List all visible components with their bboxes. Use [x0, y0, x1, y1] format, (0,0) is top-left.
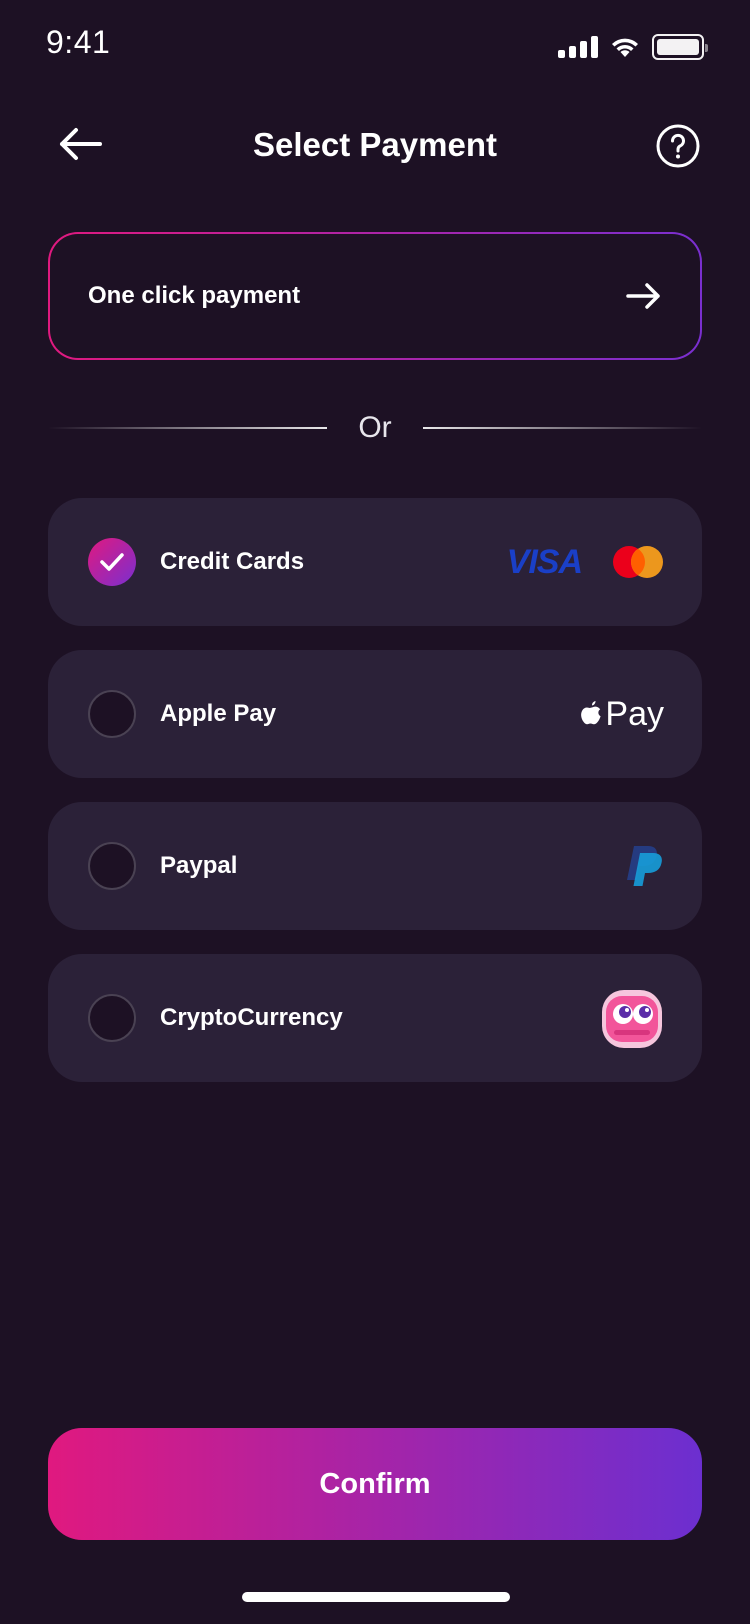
radio-unselected[interactable] [88, 842, 136, 890]
radio-selected[interactable] [88, 538, 136, 586]
apple-pay-logo: Pay [579, 695, 664, 734]
visa-logo: VISA [506, 542, 583, 581]
or-divider: Or [48, 404, 702, 452]
wifi-icon [612, 38, 638, 57]
payment-option-paypal[interactable]: Paypal [48, 802, 702, 930]
option-label: Paypal [160, 852, 238, 879]
payment-option-credit-cards[interactable]: Credit Cards VISA [48, 498, 702, 626]
help-icon [656, 124, 700, 168]
option-label: CryptoCurrency [160, 1004, 343, 1031]
payment-screen: 9:41 Select Payment One click payment Or… [0, 0, 750, 1624]
home-indicator [242, 1592, 510, 1602]
payment-option-apple-pay[interactable]: Apple Pay Pay [48, 650, 702, 778]
check-icon [100, 553, 124, 571]
divider-line [423, 427, 702, 429]
radio-unselected[interactable] [88, 690, 136, 738]
one-click-payment-card: One click payment [50, 234, 700, 358]
radio-unselected[interactable] [88, 994, 136, 1042]
help-button[interactable] [656, 124, 700, 168]
card-logos: VISA [507, 543, 664, 582]
status-time: 9:41 [46, 24, 111, 60]
payment-option-cryptocurrency[interactable]: CryptoCurrency [48, 954, 702, 1082]
mastercard-icon [613, 546, 663, 578]
crypto-mascot-icon [602, 990, 662, 1048]
option-label: Apple Pay [160, 700, 277, 727]
status-icons [558, 34, 708, 60]
battery-icon [652, 34, 708, 60]
apple-icon [581, 701, 602, 725]
one-click-payment-button[interactable]: One click payment [48, 232, 702, 360]
paypal-icon [627, 846, 662, 886]
confirm-button[interactable]: Confirm [48, 1428, 702, 1540]
divider-label: Or [358, 411, 392, 444]
header: Select Payment [0, 110, 750, 180]
page-title: Select Payment [253, 126, 497, 163]
divider-line [48, 427, 327, 429]
signal-icon [558, 36, 598, 58]
arrow-right-icon [626, 283, 660, 309]
option-label: Credit Cards [160, 548, 305, 575]
one-click-payment-label: One click payment [88, 282, 301, 309]
apple-pay-text: Pay [605, 694, 664, 733]
